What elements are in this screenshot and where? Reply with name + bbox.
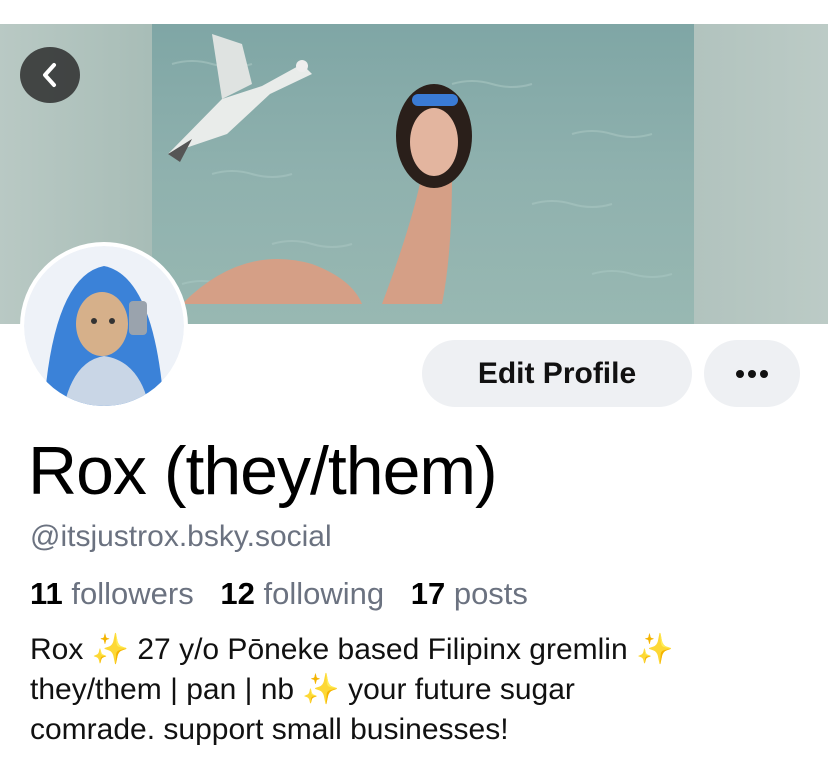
banner-image: [152, 24, 694, 324]
profile-bio: Rox ✨ 27 y/o Pōneke based Filipinx greml…: [30, 633, 674, 746]
posts-link[interactable]: 17 posts: [411, 576, 528, 611]
avatar[interactable]: [20, 242, 188, 410]
following-link[interactable]: 12 following: [220, 576, 384, 611]
posts-label: posts: [453, 576, 528, 611]
posts-count: 17: [410, 576, 446, 611]
edit-profile-button[interactable]: Edit Profile: [422, 340, 692, 407]
avatar-image: [24, 246, 184, 406]
followers-link[interactable]: 11 followers: [30, 576, 194, 611]
profile-stats: 11 followers 12 following 17 posts: [30, 576, 546, 612]
following-label: following: [263, 576, 385, 611]
following-count: 12: [220, 576, 255, 611]
display-name: Rox (they/them): [28, 433, 498, 509]
user-handle: @itsjustrox.bsky.social: [30, 520, 332, 553]
more-options-button[interactable]: [704, 340, 800, 407]
chevron-left-icon: [43, 63, 56, 87]
back-button[interactable]: [20, 47, 80, 103]
followers-count: 11: [30, 576, 63, 611]
followers-label: followers: [71, 576, 194, 611]
ellipsis-icon: [736, 369, 768, 378]
